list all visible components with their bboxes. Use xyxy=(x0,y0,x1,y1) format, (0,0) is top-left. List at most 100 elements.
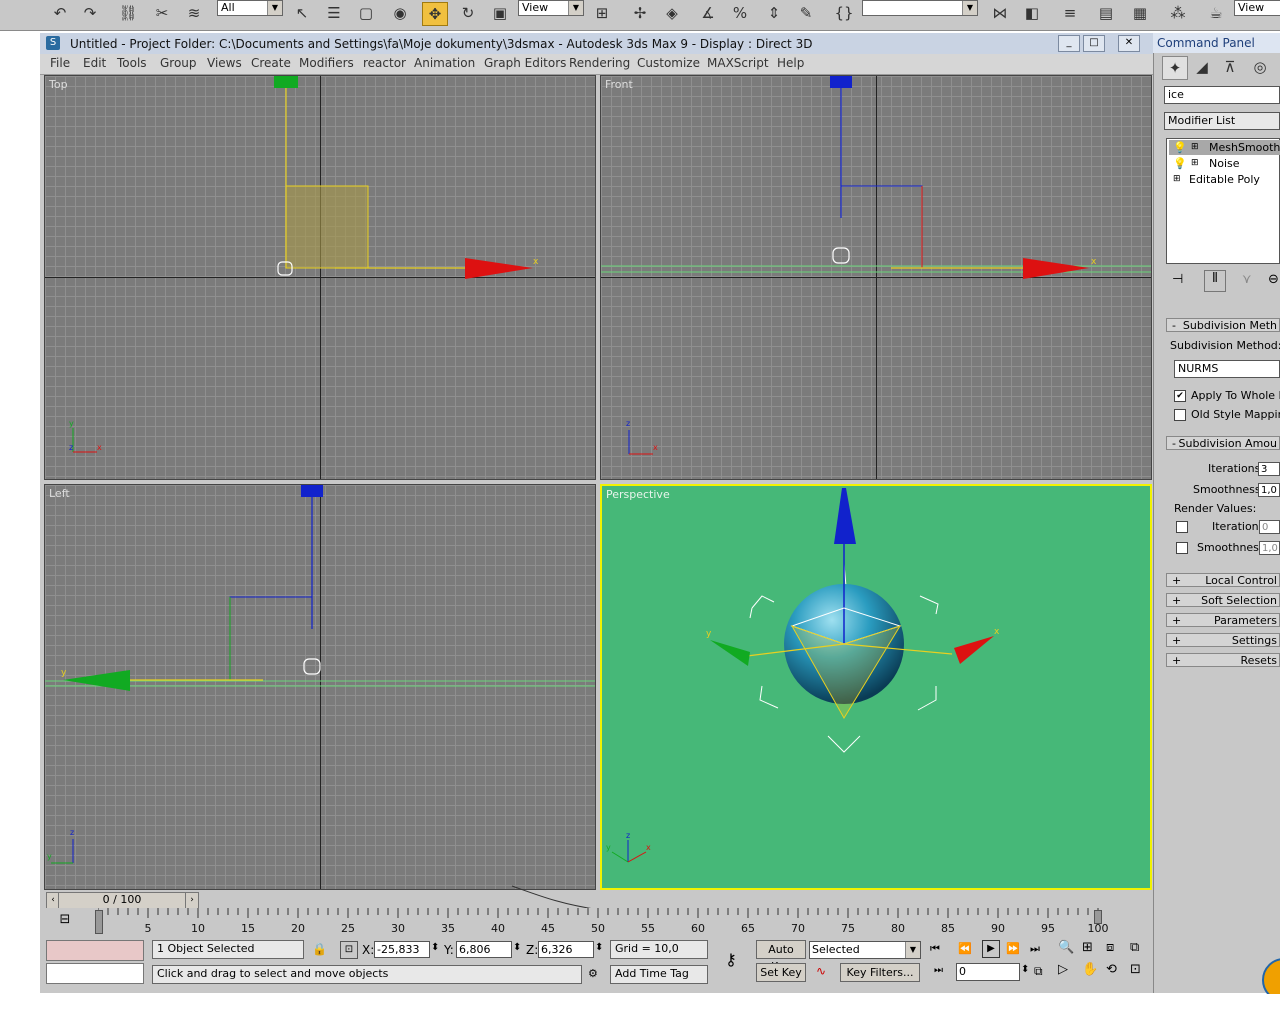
menu-help[interactable]: Help xyxy=(777,56,804,70)
unlink-icon[interactable]: ✂ xyxy=(150,2,174,24)
snap-icon[interactable]: ◈ xyxy=(660,2,684,24)
go-to-start-icon[interactable]: ⏮ xyxy=(930,942,940,956)
maximize-viewport-icon[interactable]: ⊡ xyxy=(1130,962,1141,977)
menu-tools[interactable]: Tools xyxy=(117,56,147,70)
rollout-subdivision-amount[interactable]: - Subdivision Amou xyxy=(1166,436,1280,450)
rollout-resets[interactable]: + Resets xyxy=(1166,653,1280,667)
render-smoothness-spinner[interactable]: 1,0 xyxy=(1259,541,1280,555)
previous-frame-icon[interactable]: ⏪ xyxy=(958,942,972,955)
apply-whole-checkbox[interactable]: ✔ xyxy=(1174,390,1186,402)
create-tab-icon[interactable]: ✦ xyxy=(1162,56,1188,80)
time-slider-thumb[interactable]: 0 / 100 xyxy=(58,892,186,909)
lightbulb-icon[interactable]: 💡 xyxy=(1173,140,1187,155)
maximize-button[interactable]: □ xyxy=(1083,35,1105,52)
selection-filter-dropdown[interactable]: All ▼ xyxy=(217,0,283,16)
rollout-local-control[interactable]: + Local Control xyxy=(1166,573,1280,587)
x-spinner-icon[interactable]: ⬍ xyxy=(431,942,439,953)
select-object-icon[interactable]: ↖ xyxy=(290,2,314,24)
spinner-snap-icon[interactable]: ⇕ xyxy=(762,2,786,24)
zoom-icon[interactable]: 🔍 xyxy=(1058,940,1074,955)
object-pivot[interactable] xyxy=(832,247,850,264)
z-axis-arrow[interactable] xyxy=(834,488,856,544)
z-axis-arrow[interactable] xyxy=(301,485,323,497)
key-tangent-icon[interactable]: ∿ xyxy=(810,964,832,982)
render-iterations-spinner[interactable]: 0 xyxy=(1259,520,1280,534)
auto-key-button[interactable]: Auto Key xyxy=(756,940,806,973)
pivot-icon[interactable]: ⊞ xyxy=(590,2,614,24)
mirror-icon[interactable]: ⋈ xyxy=(988,2,1012,24)
percent-snap-icon[interactable]: % xyxy=(728,2,752,24)
expand-icon[interactable]: ⊞ xyxy=(1191,140,1199,155)
undo-icon[interactable]: ↶ xyxy=(48,2,72,24)
modify-tab-icon[interactable]: ◢ xyxy=(1190,56,1214,78)
viewport-top[interactable]: Top x y z x xyxy=(44,75,596,480)
app-icon[interactable]: S xyxy=(46,36,60,50)
old-style-mapping-checkbox[interactable] xyxy=(1174,409,1186,421)
next-frame-arrow[interactable]: › xyxy=(185,892,199,909)
expand-icon[interactable]: ⊞ xyxy=(1173,172,1181,187)
plane-handle[interactable] xyxy=(285,185,369,269)
move-icon[interactable]: ✥ xyxy=(422,2,448,26)
rotate-icon[interactable]: ↻ xyxy=(456,2,480,24)
rollout-subdivision-method[interactable]: - Subdivision Meth xyxy=(1166,318,1280,332)
key-filters-button[interactable]: Key Filters... xyxy=(840,963,920,982)
zoom-extents-icon[interactable]: ⧈ xyxy=(1106,940,1114,955)
x-axis-arrow[interactable] xyxy=(954,636,994,664)
select-by-name-icon[interactable]: ☰ xyxy=(322,2,346,24)
scale-icon[interactable]: ▣ xyxy=(488,2,512,24)
subdiv-method-dropdown[interactable]: NURMS xyxy=(1174,360,1280,378)
pin-stack-icon[interactable]: ⊣ xyxy=(1172,272,1183,287)
rollout-settings[interactable]: + Settings xyxy=(1166,633,1280,647)
render-iterations-checkbox[interactable] xyxy=(1176,521,1188,533)
y-axis-arrow[interactable] xyxy=(274,76,298,88)
zoom-all-icon[interactable]: ⊞ xyxy=(1082,940,1093,955)
rect-region-icon[interactable]: ▢ xyxy=(354,2,378,24)
absolute-mode-icon[interactable]: ⊡ xyxy=(340,941,358,959)
remove-modifier-icon[interactable]: ⊖ xyxy=(1268,272,1279,287)
object-pivot[interactable] xyxy=(303,658,321,675)
current-frame-marker[interactable] xyxy=(95,910,103,934)
maxscript-input-mini[interactable] xyxy=(46,963,144,984)
z-spinner-icon[interactable]: ⬍ xyxy=(595,942,603,953)
y-spinner-icon[interactable]: ⬍ xyxy=(513,942,521,953)
frame-spinner-icon[interactable]: ⬍ xyxy=(1021,964,1029,975)
next-frame-icon[interactable]: ⏩ xyxy=(1006,942,1020,955)
menu-views[interactable]: Views xyxy=(207,56,242,70)
left-gizmo[interactable]: y z y xyxy=(45,485,596,890)
schematic-icon[interactable]: ▦ xyxy=(1128,2,1152,24)
end-key-marker[interactable] xyxy=(1094,910,1102,924)
minimize-button[interactable]: _ xyxy=(1058,35,1080,52)
motion-tab-icon[interactable]: ◎ xyxy=(1248,56,1272,78)
x-coordinate-field[interactable]: -25,833 xyxy=(374,941,430,958)
menu-rendering[interactable]: Rendering xyxy=(569,56,630,70)
plane-handle-yz[interactable] xyxy=(229,596,312,680)
lightbulb-icon[interactable]: 💡 xyxy=(1173,156,1187,171)
z-axis-arrow[interactable] xyxy=(830,76,852,88)
layer-manager-icon[interactable]: ≡ xyxy=(1058,2,1082,24)
viewport-left[interactable]: Left y z y xyxy=(44,484,596,890)
maxscript-listener-mini[interactable] xyxy=(46,940,144,961)
redo-icon[interactable]: ↷ xyxy=(78,2,102,24)
pan-icon[interactable]: ✋ xyxy=(1082,962,1098,977)
menu-reactor[interactable]: reactor xyxy=(363,56,406,70)
window-crossing-icon[interactable]: ◉ xyxy=(388,2,412,24)
material-editor-icon[interactable]: ⁂ xyxy=(1166,2,1190,24)
menu-modifiers[interactable]: Modifiers xyxy=(299,56,354,70)
y-axis-arrow[interactable] xyxy=(63,670,130,691)
angle-snap-icon[interactable]: ∡ xyxy=(696,2,720,24)
named-selection-dropdown[interactable]: ▼ xyxy=(862,0,978,16)
rollout-parameters[interactable]: + Parameters xyxy=(1166,613,1280,627)
viewport-front[interactable]: Front x z x xyxy=(600,75,1152,480)
play-icon[interactable]: ▶ xyxy=(982,940,1000,958)
render-type-dropdown[interactable]: View xyxy=(1234,0,1280,16)
zoom-extents-all-icon[interactable]: ⧉ xyxy=(1130,940,1139,955)
set-key-mode-icon[interactable]: ⚷ xyxy=(716,950,746,972)
iterations-spinner[interactable]: 3 xyxy=(1258,462,1280,476)
front-gizmo[interactable]: x z x xyxy=(601,76,1152,480)
y-coordinate-field[interactable]: 6,806 xyxy=(456,941,512,958)
go-to-end-icon[interactable]: ⏭ xyxy=(1030,942,1040,956)
menu-create[interactable]: Create xyxy=(251,56,291,70)
named-selection-icon[interactable]: ✎ xyxy=(794,2,818,24)
time-config-icon[interactable]: ⧉ xyxy=(1034,964,1043,979)
menu-file[interactable]: File xyxy=(50,56,70,70)
